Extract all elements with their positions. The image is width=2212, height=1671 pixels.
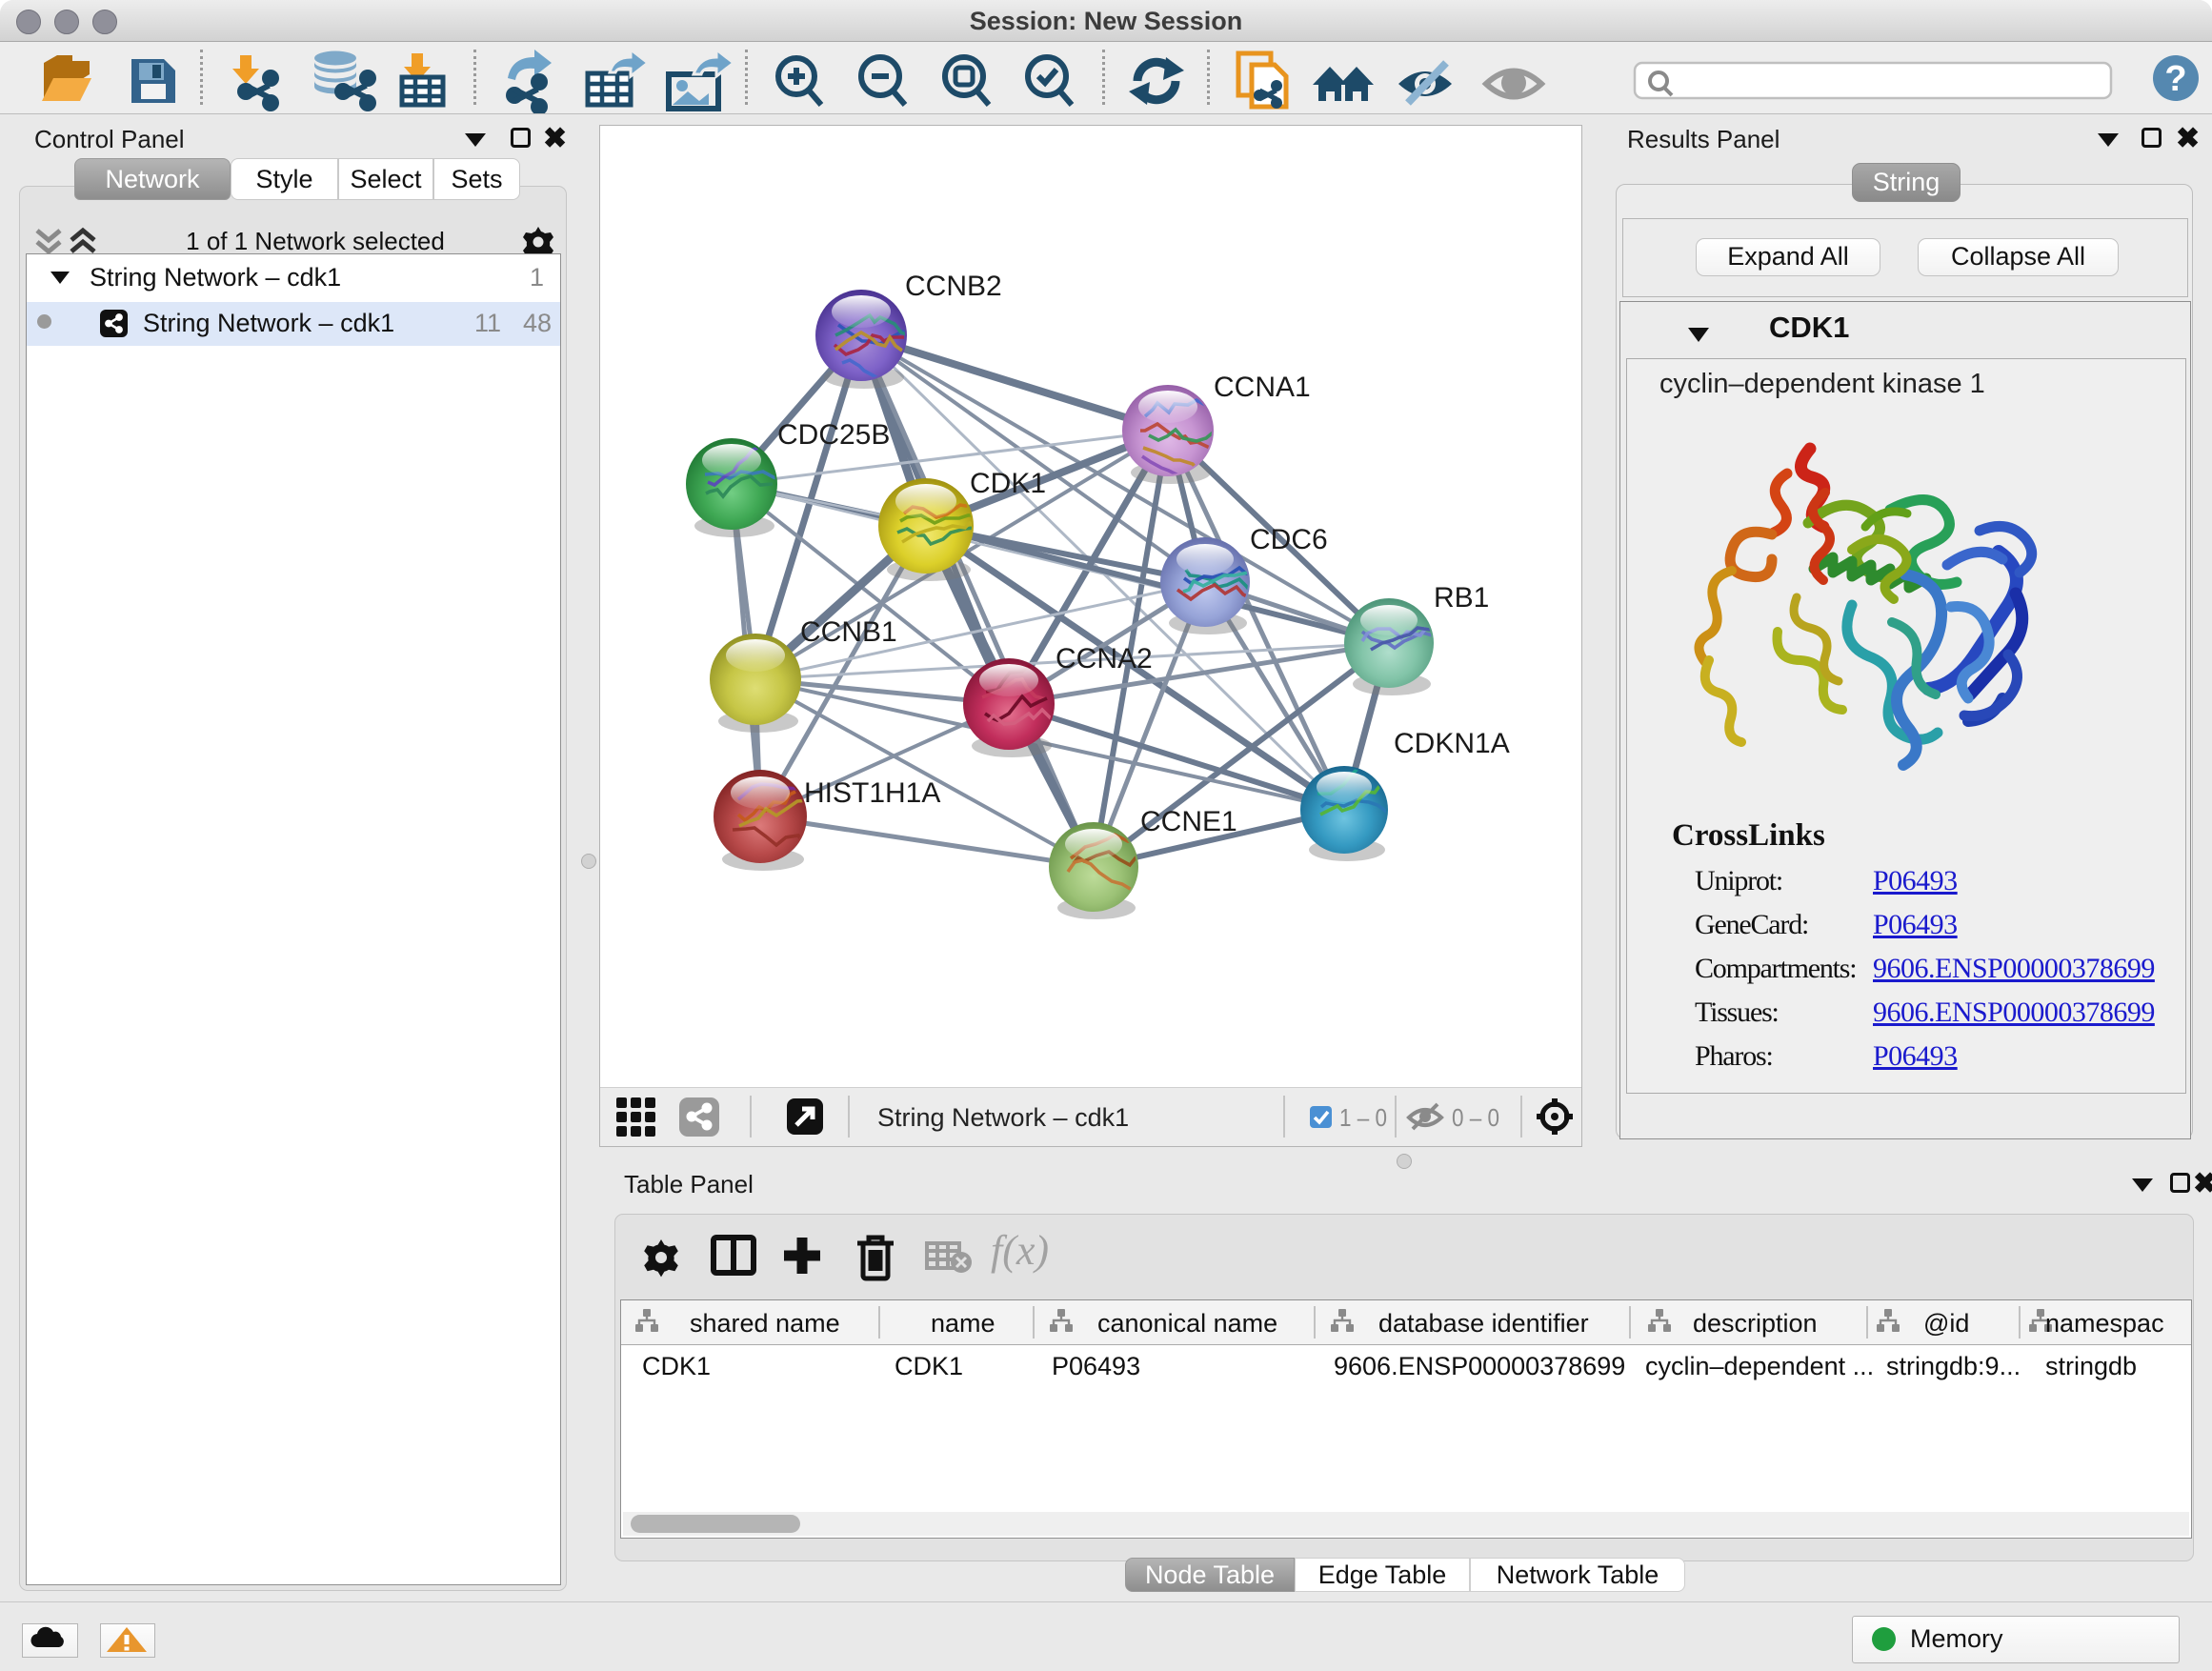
svg-text:CCNA2: CCNA2: [1056, 643, 1153, 674]
svg-text:CDKN1A: CDKN1A: [1394, 728, 1510, 759]
svg-text:CDC25B: CDC25B: [777, 419, 890, 451]
svg-text:CCNA1: CCNA1: [1214, 372, 1311, 403]
svg-text:0 – 0: 0 – 0: [1452, 1103, 1499, 1132]
svg-text:String Network – cdk1: String Network – cdk1: [877, 1103, 1129, 1132]
svg-text:CCNB2: CCNB2: [905, 271, 1002, 302]
svg-text:namespac: namespac: [2045, 1309, 2164, 1338]
svg-text:@id: @id: [1923, 1309, 1969, 1338]
svg-text:canonical name: canonical name: [1097, 1309, 1277, 1338]
svg-text:CDK1: CDK1: [970, 468, 1046, 499]
svg-text:CDC6: CDC6: [1250, 524, 1328, 555]
svg-text:1 – 0: 1 – 0: [1339, 1103, 1387, 1132]
svg-text:f(x): f(x): [991, 1227, 1049, 1274]
svg-text:CCNE1: CCNE1: [1140, 806, 1237, 837]
svg-text:name: name: [931, 1309, 995, 1338]
svg-text:description: description: [1693, 1309, 1818, 1338]
svg-text:RB1: RB1: [1434, 582, 1489, 614]
svg-text:CCNB1: CCNB1: [800, 616, 897, 648]
svg-text:HIST1H1A: HIST1H1A: [804, 777, 940, 809]
svg-text:?: ?: [2164, 59, 2186, 99]
svg-text:shared name: shared name: [690, 1309, 840, 1338]
svg-text:database identifier: database identifier: [1378, 1309, 1589, 1338]
